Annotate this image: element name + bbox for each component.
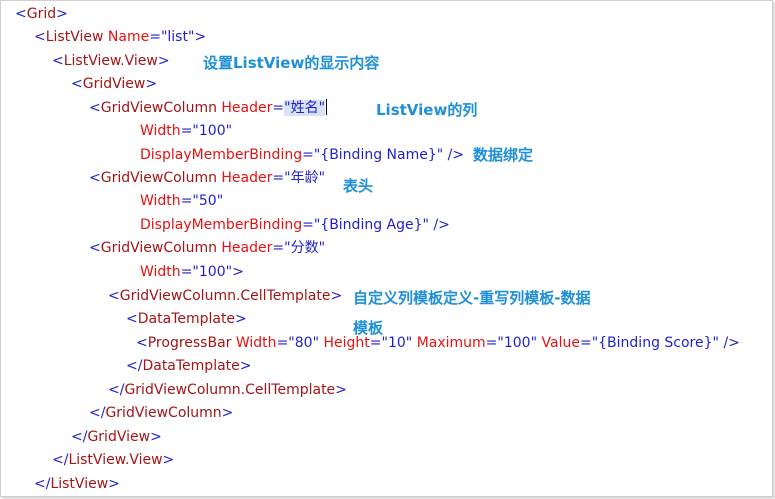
tag-name: ListView <box>50 476 109 492</box>
code-line-col2-width: Width="50" <box>140 193 224 209</box>
attr-value: 80 <box>294 335 313 351</box>
attr-name: Name <box>107 29 150 45</box>
attr-value: {Binding Score} <box>598 335 713 351</box>
code-line-listview-open: <ListView Name="list"> <box>34 29 207 45</box>
code-line-progressbar: <ProgressBar Width="80" Height="10" Maxi… <box>136 335 740 351</box>
attr-value: list <box>167 29 188 45</box>
attr-name: Value <box>541 335 580 351</box>
tag-name: DataTemplate <box>142 358 240 374</box>
code-screenshot: <Grid> <ListView Name="list"> <ListView.… <box>0 0 773 497</box>
attr-name: Width <box>140 123 181 139</box>
attr-name: Header <box>221 100 273 116</box>
attr-value: 10 <box>387 335 406 351</box>
attr-value: 50 <box>198 193 217 209</box>
tag-name: ListView.View <box>68 452 163 468</box>
tag-name: ListView.View <box>63 53 158 69</box>
tag-name: GridView <box>87 429 151 445</box>
code-line-col3-header: <GridViewColumn Header="分数" <box>89 240 326 256</box>
selected-text: "姓名" <box>284 100 326 116</box>
annotation-custom-template-line2: 模板 <box>353 319 384 337</box>
code-line-col1-width: Width="100" <box>140 123 233 139</box>
tag-name: GridViewColumn.CellTemplate <box>119 288 331 304</box>
code-line-gridview-open: <GridView> <box>71 76 158 92</box>
code-line-gridview-close: </GridView> <box>71 429 162 445</box>
code-line-col2-binding: DisplayMemberBinding="{Binding Age}" /> <box>140 217 450 233</box>
attr-name: Header <box>221 170 273 186</box>
annotation-listview-view: 设置ListView的显示内容 <box>203 54 380 72</box>
annotation-custom-template-line1: 自定义列模板定义-重写列模板-数据 <box>353 289 591 307</box>
attr-name: Width <box>140 264 181 280</box>
tag-name: DataTemplate <box>137 311 236 327</box>
tag-name: GridViewColumn <box>105 405 222 421</box>
code-line-listview-close: </ListView> <box>34 476 120 492</box>
attr-value: 年龄 <box>290 170 319 186</box>
attr-value: 分数 <box>290 240 319 256</box>
text-caret <box>326 99 328 115</box>
code-line-col3-width: Width="100"> <box>140 264 244 280</box>
code-line-col1-header: <GridViewColumn Header="姓名" <box>89 99 328 116</box>
tag-name: GridViewColumn <box>100 170 217 186</box>
attr-name: DisplayMemberBinding <box>140 217 303 233</box>
attr-name: Width <box>140 193 181 209</box>
code-line-grid-open: <Grid> <box>15 6 68 22</box>
attr-name: Header <box>221 240 273 256</box>
tag-name: ProgressBar <box>147 335 232 351</box>
code-line-listview-view-open: <ListView.View> <box>52 53 170 69</box>
attr-value: {Binding Age} <box>320 217 423 233</box>
attr-value: 100 <box>198 123 226 139</box>
attr-value: {Binding Name} <box>320 147 437 163</box>
attr-value: 100 <box>198 264 226 280</box>
code-line-listview-view-close: </ListView.View> <box>52 452 175 468</box>
tag-name: ListView <box>45 29 104 45</box>
attr-name: Width <box>235 335 277 351</box>
code-line-gridviewcolumn-close: </GridViewColumn> <box>89 405 234 421</box>
attr-name: DisplayMemberBinding <box>140 147 303 163</box>
tag-name: GridView <box>82 76 146 92</box>
tag-name: GridViewColumn <box>100 240 217 256</box>
annotation-header: 表头 <box>343 177 374 195</box>
code-line-datatemplate-open: <DataTemplate> <box>126 311 247 327</box>
annotation-data-binding: 数据绑定 <box>473 146 534 164</box>
tag-name: GridViewColumn <box>100 100 217 116</box>
code-line-datatemplate-close: </DataTemplate> <box>126 358 252 374</box>
tag-name: GridViewColumn.CellTemplate <box>124 382 336 398</box>
attr-name: Maximum <box>416 335 486 351</box>
tag-name: Grid <box>26 6 57 22</box>
code-line-celltemplate-close: </GridViewColumn.CellTemplate> <box>108 382 347 398</box>
attr-value: 姓名 <box>290 100 319 116</box>
code-line-col1-binding: DisplayMemberBinding="{Binding Name}" /> <box>140 147 465 163</box>
annotation-listview-column: ListView的列 <box>376 101 478 119</box>
code-line-celltemplate-open: <GridViewColumn.CellTemplate> <box>108 288 343 304</box>
code-line-col2-header: <GridViewColumn Header="年龄" <box>89 170 326 186</box>
attr-value: 100 <box>503 335 531 351</box>
